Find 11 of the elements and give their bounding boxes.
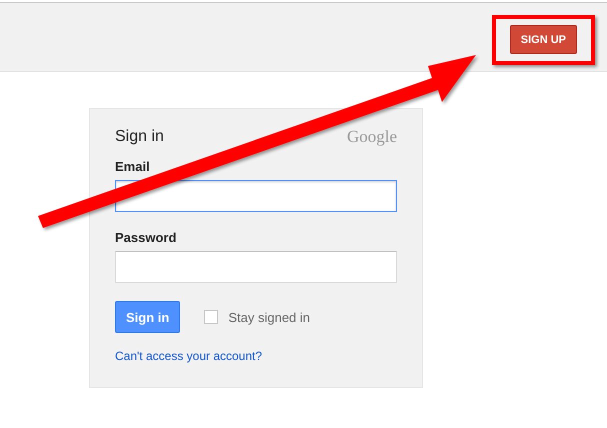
help-link[interactable]: Can't access your account? [115, 349, 262, 363]
logo: Google [346, 127, 397, 147]
input-field[interactable] [115, 251, 397, 283]
sign-in-button[interactable]: Sign in [115, 301, 180, 333]
field-label: Password [115, 230, 178, 245]
sign-up-button[interactable]: SIGN UP [510, 25, 577, 54]
input-field[interactable] [115, 180, 397, 212]
card-title: Sign in [115, 128, 164, 146]
checkbox[interactable] [204, 310, 218, 324]
field-label: Email [115, 159, 151, 174]
checkbox-label: Stay signed in [228, 310, 310, 324]
